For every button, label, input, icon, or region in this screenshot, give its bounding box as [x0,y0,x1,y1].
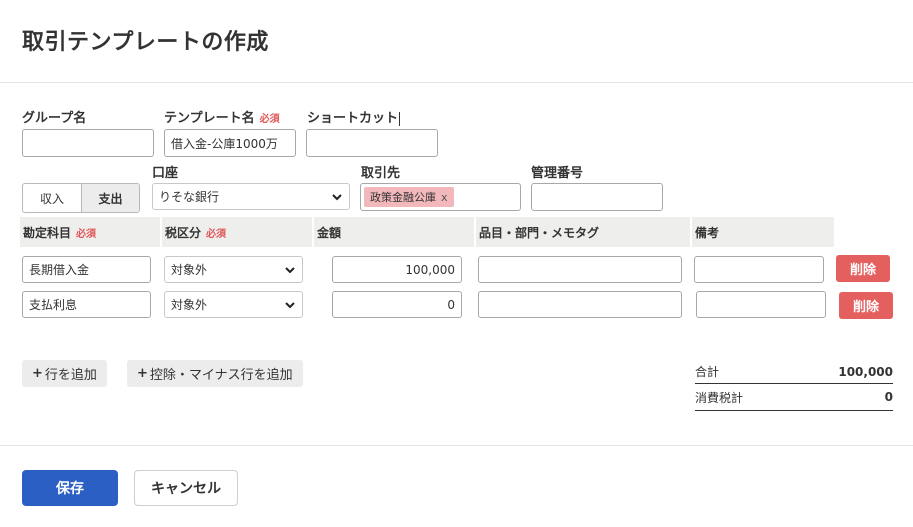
tax-select-value: 対象外 [171,263,208,277]
tax-select[interactable]: 対象外 [164,256,303,283]
tax-select-value: 対象外 [171,298,208,312]
item-memo-input[interactable] [478,291,682,318]
chevron-down-icon [332,193,342,200]
column-header-tax-text: 税区分 [165,225,202,240]
plus-icon: + [32,366,43,381]
required-badge: 必須 [259,114,280,125]
account-item-input[interactable]: 支払利息 [22,291,151,318]
template-name-input[interactable]: 借入金-公庫1000万 [164,129,296,157]
total-value: 100,000 [838,364,893,379]
total-label: 合計 [695,365,720,379]
shortcut-label-text: ショートカット [307,111,399,126]
page-title: 取引テンプレートの作成 [22,30,269,55]
column-header-tax: 税区分 必須 [162,217,312,247]
partner-tag: 政策金融公庫 x [364,187,454,207]
template-name-label: テンプレート名 必須 [164,107,280,126]
account-select-value: りそな銀行 [159,190,220,204]
chevron-down-icon [285,301,295,308]
add-deduction-row-button[interactable]: + 控除・マイナス行を追加 [127,360,303,387]
expense-toggle-button[interactable]: 支出 [81,184,139,212]
required-badge: 必須 [206,228,227,240]
column-header-account-item-text: 勘定科目 [23,225,72,240]
tag-remove-icon[interactable]: x [441,191,448,204]
save-button[interactable]: 保存 [22,470,118,506]
total-row: 合計 100,000 [695,360,893,384]
notes-input[interactable] [694,256,824,283]
item-memo-input[interactable] [478,256,682,283]
group-name-input[interactable] [22,129,154,157]
account-item-input[interactable]: 長期借入金 [22,256,151,283]
account-label: 口座 [152,166,179,181]
tax-total-label: 消費税計 [695,390,744,405]
column-header-notes: 備考 [692,217,834,247]
chevron-down-icon [285,266,295,273]
plus-icon: + [137,366,148,381]
tax-total-row: 消費税計 0 [695,384,893,411]
amount-input[interactable]: 0 [332,291,462,318]
tax-total-value: 0 [884,390,893,404]
shortcut-label: ショートカット [307,107,401,126]
column-header-account-item: 勘定科目 必須 [20,217,160,247]
shortcut-input[interactable] [306,129,438,157]
partner-tag-label: 政策金融公庫 [370,191,436,204]
add-row-button[interactable]: + 行を追加 [22,360,107,387]
footer-divider [0,445,913,446]
text-caret [399,111,401,126]
delete-row-button[interactable]: 削除 [836,255,890,282]
cancel-button[interactable]: キャンセル [134,470,238,506]
partner-label: 取引先 [361,166,401,181]
required-badge: 必須 [76,228,97,240]
template-name-label-text: テンプレート名 [164,111,255,126]
delete-row-button[interactable]: 削除 [839,292,893,319]
account-select[interactable]: りそな銀行 [152,183,350,210]
amount-input[interactable]: 100,000 [332,256,462,283]
ref-number-label: 管理番号 [531,166,584,181]
income-toggle-button[interactable]: 収入 [23,184,81,212]
tax-select[interactable]: 対象外 [164,291,303,318]
group-name-label: グループ名 [22,111,87,126]
add-row-label: 行を追加 [44,368,97,383]
income-expense-toggle: 収入 支出 [22,183,140,213]
header-divider [0,82,913,83]
column-header-amount: 金額 [314,217,474,247]
notes-input[interactable] [696,291,826,318]
column-header-item-memo: 品目・部門・メモタグ [476,217,690,247]
partner-input[interactable]: 政策金融公庫 x [360,183,521,211]
ref-number-input[interactable] [531,183,663,211]
add-deduction-label: 控除・マイナス行を追加 [149,368,293,383]
summary-panel: 合計 100,000 消費税計 0 [695,360,893,411]
